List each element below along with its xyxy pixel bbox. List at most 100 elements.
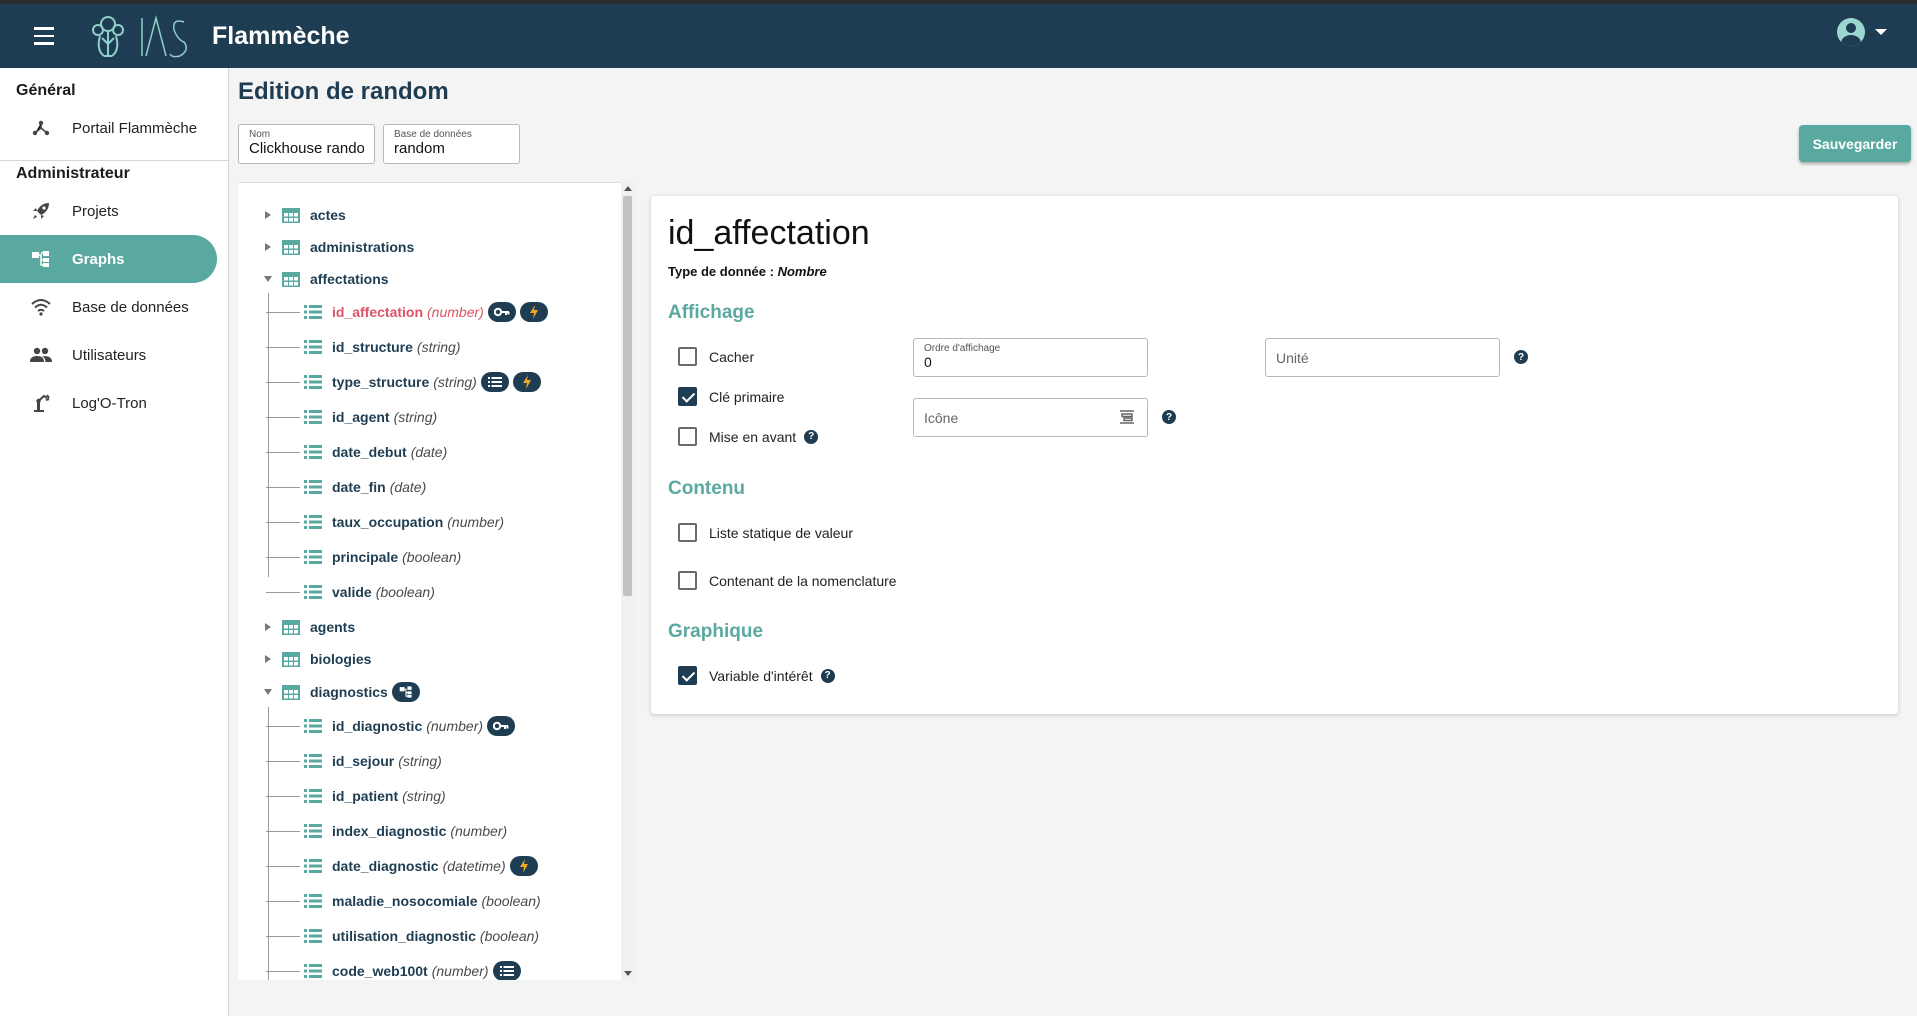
section-graphique: Graphique xyxy=(668,621,764,642)
field-list-icon xyxy=(304,789,322,803)
database-field[interactable]: Base de données random xyxy=(383,124,520,164)
variable-interet-checkbox-row[interactable]: Variable d'intérêt ? xyxy=(678,666,835,685)
collapse-icon[interactable] xyxy=(260,271,276,287)
help-icon[interactable]: ? xyxy=(804,429,819,444)
tree-field-date-debut[interactable]: date_debut (date) xyxy=(266,439,447,465)
field-detail-panel: id_affectation Type de donnée : Nombre A… xyxy=(651,196,1898,714)
field-type: (date) xyxy=(389,479,427,495)
ordre-affichage-value[interactable]: 0 xyxy=(924,354,1137,370)
mise-en-avant-checkbox-row[interactable]: Mise en avant ? xyxy=(678,427,819,446)
name-field-value[interactable]: Clickhouse random xyxy=(249,140,364,157)
cle-primaire-checkbox-row[interactable]: Clé primaire xyxy=(678,387,784,406)
tree-table-actes[interactable]: actes xyxy=(238,202,346,228)
save-button[interactable]: Sauvegarder xyxy=(1799,125,1911,162)
field-type: (boolean) xyxy=(402,549,462,565)
nomenclature-checkbox[interactable] xyxy=(678,571,697,590)
tree-table-administrations[interactable]: administrations xyxy=(238,234,414,260)
tree-field-date-diagnostic[interactable]: date_diagnostic (datetime) xyxy=(266,853,538,879)
liste-statique-checkbox-row[interactable]: Liste statique de valeur xyxy=(678,523,853,542)
cacher-checkbox-row[interactable]: Cacher xyxy=(678,347,754,366)
sidebar-item-utilisateurs[interactable]: Utilisateurs xyxy=(0,331,228,379)
table-icon xyxy=(282,239,300,255)
tree-table-biologies[interactable]: biologies xyxy=(238,646,371,672)
expand-icon[interactable] xyxy=(260,239,276,255)
tree-field-id-patient[interactable]: id_patient (string) xyxy=(266,783,446,809)
caret-down-icon[interactable] xyxy=(1875,29,1887,35)
database-field-value[interactable]: random xyxy=(394,140,509,157)
field-type: (string) xyxy=(402,788,446,804)
sidebar-item-portail[interactable]: Portail Flammèche xyxy=(0,104,228,152)
graph-tree-icon xyxy=(30,248,52,270)
tree-field-id-affectation[interactable]: id_affectation (number) xyxy=(266,299,548,325)
scroll-down-icon[interactable] xyxy=(624,971,632,976)
tree-field-id-diagnostic[interactable]: id_diagnostic (number) xyxy=(266,713,516,739)
tree-field-date-fin[interactable]: date_fin (date) xyxy=(266,474,426,500)
table-name: agents xyxy=(310,619,356,635)
tree-scrollbar[interactable] xyxy=(621,182,635,980)
tree-table-affectations[interactable]: affectations xyxy=(238,266,389,292)
table-icon xyxy=(282,651,300,667)
variable-interet-checkbox[interactable] xyxy=(678,666,697,685)
cacher-checkbox[interactable] xyxy=(678,347,697,366)
scrollbar-thumb[interactable] xyxy=(623,196,632,596)
help-icon[interactable]: ? xyxy=(1514,350,1528,364)
table-name: affectations xyxy=(310,271,389,287)
tree-table-agents[interactable]: agents xyxy=(238,614,355,640)
page-title: Edition de random xyxy=(238,78,449,105)
sidebar-section-general: Général xyxy=(16,82,76,99)
expand-icon[interactable] xyxy=(260,619,276,635)
help-icon[interactable]: ? xyxy=(820,668,835,683)
sidebar-item-base-de-donnees[interactable]: Base de données xyxy=(0,283,228,331)
scroll-up-icon[interactable] xyxy=(624,186,632,191)
nomenclature-checkbox-row[interactable]: Contenant de la nomenclature xyxy=(678,571,897,590)
field-name: id_agent xyxy=(332,409,390,425)
field-name: index_diagnostic xyxy=(332,823,447,839)
expand-icon[interactable] xyxy=(260,207,276,223)
tree-field-taux-occupation[interactable]: taux_occupation (number) xyxy=(266,509,504,535)
field-type: (number) xyxy=(447,514,505,530)
tree-field-index-diagnostic[interactable]: index_diagnostic (number) xyxy=(266,818,507,844)
sidebar-item-label: Graphs xyxy=(72,250,125,268)
help-icon[interactable]: ? xyxy=(1162,410,1176,424)
tree-field-code-web100t[interactable]: code_web100t (number) xyxy=(266,958,521,980)
sidebar-item-graphs[interactable]: Graphs xyxy=(0,235,217,283)
table-name: biologies xyxy=(310,651,372,667)
field-detail-title: id_affectation xyxy=(668,214,870,252)
field-list-icon xyxy=(304,585,322,599)
field-list-icon xyxy=(304,445,322,459)
tree-field-type-structure[interactable]: type_structure (string) xyxy=(266,369,541,395)
sidebar-item-logotron[interactable]: Log'O-Tron xyxy=(0,379,228,427)
data-type-label: Type de donnée : xyxy=(668,264,778,279)
field-type: (string) xyxy=(393,409,438,425)
tree-field-valide[interactable]: valide (boolean) xyxy=(266,579,435,605)
user-menu[interactable] xyxy=(1837,18,1887,46)
ordre-affichage-field[interactable]: Ordre d'affichage 0 xyxy=(913,338,1148,377)
align-center-icon[interactable] xyxy=(1119,409,1135,425)
section-contenu: Contenu xyxy=(668,478,746,499)
people-icon xyxy=(30,344,52,366)
account-circle-icon[interactable] xyxy=(1837,18,1865,46)
tree-field-utilisation-diagnostic[interactable]: utilisation_diagnostic (boolean) xyxy=(266,923,539,949)
sidebar-item-label: Log'O-Tron xyxy=(72,394,147,412)
liste-statique-checkbox[interactable] xyxy=(678,523,697,542)
field-type: (boolean) xyxy=(481,893,541,909)
tree-field-id-sejour[interactable]: id_sejour (string) xyxy=(266,748,442,774)
collapse-icon[interactable] xyxy=(260,684,276,700)
hamburger-icon[interactable] xyxy=(26,18,62,54)
name-field[interactable]: Nom Clickhouse random xyxy=(238,124,375,164)
tree-field-principale[interactable]: principale (boolean) xyxy=(266,544,461,570)
top-app-bar: Flammèche xyxy=(0,0,1917,68)
sidebar-item-projets[interactable]: Projets xyxy=(0,187,228,235)
tree-field-id-structure[interactable]: id_structure (string) xyxy=(266,334,460,360)
unite-field[interactable]: Unité xyxy=(1265,338,1500,377)
field-data-type: Type de donnée : Nombre xyxy=(668,264,827,279)
mise-en-avant-checkbox[interactable] xyxy=(678,427,697,446)
cle-primaire-checkbox[interactable] xyxy=(678,387,697,406)
tree-table-diagnostics[interactable]: diagnostics xyxy=(238,679,420,705)
expand-icon[interactable] xyxy=(260,651,276,667)
data-type-value: Nombre xyxy=(777,264,827,279)
tree-field-maladie-nosocomiale[interactable]: maladie_nosocomiale (boolean) xyxy=(266,888,541,914)
field-list-icon xyxy=(304,305,322,319)
tree-field-id-agent[interactable]: id_agent (string) xyxy=(266,404,437,430)
icone-field[interactable]: Icône xyxy=(913,398,1148,437)
